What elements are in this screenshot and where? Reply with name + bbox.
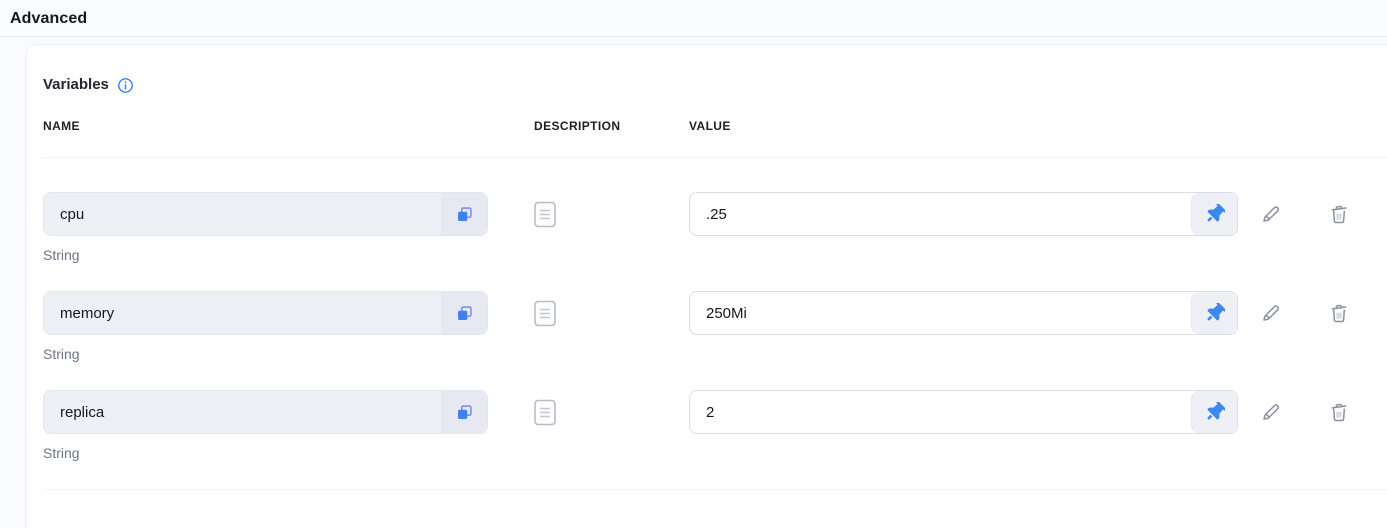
description-button[interactable] [534, 300, 556, 327]
copy-icon [455, 403, 474, 422]
copy-button[interactable] [441, 193, 487, 235]
variable-row-cpu: String [43, 192, 1387, 265]
page-title: Advanced [10, 9, 1377, 29]
pin-button[interactable] [1191, 391, 1237, 433]
variables-card: Variables NAME DESCRIPTION VALUE [25, 44, 1387, 528]
variable-name-input[interactable] [44, 391, 441, 433]
variable-value-field [689, 390, 1238, 434]
info-icon[interactable] [117, 77, 134, 94]
variables-section-title: Variables [43, 75, 109, 95]
description-button[interactable] [534, 399, 556, 426]
delete-button[interactable] [1327, 301, 1351, 325]
description-cell [534, 201, 689, 228]
trash-icon [1327, 400, 1351, 424]
column-header-name: NAME [43, 119, 488, 133]
table-header: NAME DESCRIPTION VALUE [43, 119, 1387, 133]
description-note-icon [534, 399, 556, 426]
field-line [43, 390, 1387, 434]
pin-button[interactable] [1191, 193, 1237, 235]
variable-name-input[interactable] [44, 292, 441, 334]
description-note-icon [534, 201, 556, 228]
copy-icon [455, 205, 474, 224]
variable-row-memory: String [43, 291, 1387, 364]
field-line [43, 192, 1387, 236]
edit-button[interactable] [1259, 400, 1283, 424]
copy-icon [455, 304, 474, 323]
column-header-value: VALUE [689, 119, 1387, 133]
pencil-icon [1259, 301, 1283, 325]
variable-name-input[interactable] [44, 193, 441, 235]
variable-name-field [43, 291, 488, 335]
variables-rows: String [43, 192, 1387, 463]
copy-button[interactable] [441, 292, 487, 334]
delete-button[interactable] [1327, 400, 1351, 424]
row-actions [1259, 202, 1351, 226]
field-line [43, 291, 1387, 335]
variable-name-field [43, 390, 488, 434]
description-note-icon [534, 300, 556, 327]
edit-button[interactable] [1259, 202, 1283, 226]
variable-name-field [43, 192, 488, 236]
variable-value-input[interactable] [690, 193, 1191, 235]
rows-end-divider [43, 489, 1387, 490]
variable-value-input[interactable] [690, 292, 1191, 334]
variable-row-replica: String [43, 390, 1387, 463]
variable-type-label: String [43, 245, 1387, 265]
row-actions [1259, 301, 1351, 325]
header-divider [43, 157, 1387, 158]
variable-value-field [689, 192, 1238, 236]
pin-button[interactable] [1191, 292, 1237, 334]
edit-button[interactable] [1259, 301, 1283, 325]
description-cell [534, 300, 689, 327]
row-actions [1259, 400, 1351, 424]
pencil-icon [1259, 400, 1283, 424]
pin-icon [1205, 402, 1225, 422]
column-header-description: DESCRIPTION [534, 119, 689, 133]
trash-icon [1327, 202, 1351, 226]
page-header: Advanced [0, 0, 1387, 37]
description-button[interactable] [534, 201, 556, 228]
variable-value-field [689, 291, 1238, 335]
trash-icon [1327, 301, 1351, 325]
variables-title-row: Variables [43, 75, 1387, 95]
pin-icon [1205, 204, 1225, 224]
variable-type-label: String [43, 344, 1387, 364]
pencil-icon [1259, 202, 1283, 226]
description-cell [534, 399, 689, 426]
copy-button[interactable] [441, 391, 487, 433]
pin-icon [1205, 303, 1225, 323]
variable-value-input[interactable] [690, 391, 1191, 433]
delete-button[interactable] [1327, 202, 1351, 226]
variable-type-label: String [43, 443, 1387, 463]
